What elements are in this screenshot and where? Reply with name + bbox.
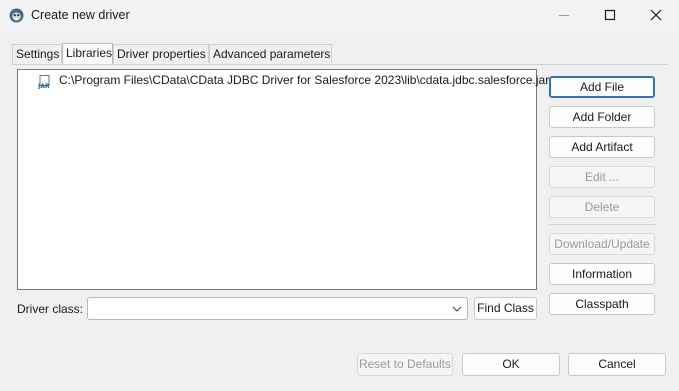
delete-button[interactable]: Delete: [549, 196, 655, 218]
edit-button[interactable]: Edit ...: [549, 166, 655, 188]
tab-advanced-parameters[interactable]: Advanced parameters: [209, 44, 332, 63]
information-button[interactable]: Information: [549, 263, 655, 285]
window-title: Create new driver: [31, 8, 130, 22]
tab-driver-properties[interactable]: Driver properties: [113, 44, 209, 63]
tab-settings[interactable]: Settings: [12, 44, 62, 63]
ok-button[interactable]: OK: [462, 353, 560, 376]
maximize-icon: [604, 9, 616, 21]
dbeaver-app-icon: [9, 8, 24, 23]
close-window-button[interactable]: [633, 0, 679, 31]
download-update-button[interactable]: Download/Update: [549, 233, 655, 255]
library-path: C:\Program Files\CData\CData JDBC Driver…: [59, 73, 550, 87]
tab-libraries[interactable]: Libraries: [62, 43, 113, 64]
chevron-down-icon: [452, 306, 462, 312]
title-bar: Create new driver: [0, 0, 679, 31]
create-driver-dialog: Create new driver Settings Libraries Dri…: [0, 0, 679, 391]
driver-class-label: Driver class:: [17, 302, 84, 316]
button-separator: [549, 224, 657, 225]
jar-file-icon: JAR: [37, 75, 52, 90]
maximize-button[interactable]: [587, 0, 633, 31]
reset-to-defaults-button[interactable]: Reset to Defaults: [357, 353, 453, 376]
find-class-button[interactable]: Find Class: [474, 297, 537, 320]
cancel-button[interactable]: Cancel: [568, 353, 666, 376]
tab-divider: [12, 64, 667, 65]
classpath-button[interactable]: Classpath: [549, 293, 655, 315]
add-file-button[interactable]: Add File: [549, 76, 655, 98]
library-list[interactable]: JAR C:\Program Files\CData\CData JDBC Dr…: [17, 69, 549, 290]
add-folder-button[interactable]: Add Folder: [549, 106, 655, 128]
add-artifact-button[interactable]: Add Artifact: [549, 136, 655, 158]
minimize-icon: [559, 15, 569, 16]
close-icon: [650, 9, 662, 21]
driver-class-combo[interactable]: [87, 297, 468, 320]
minimize-button[interactable]: [541, 0, 587, 31]
svg-text:JAR: JAR: [38, 83, 50, 89]
